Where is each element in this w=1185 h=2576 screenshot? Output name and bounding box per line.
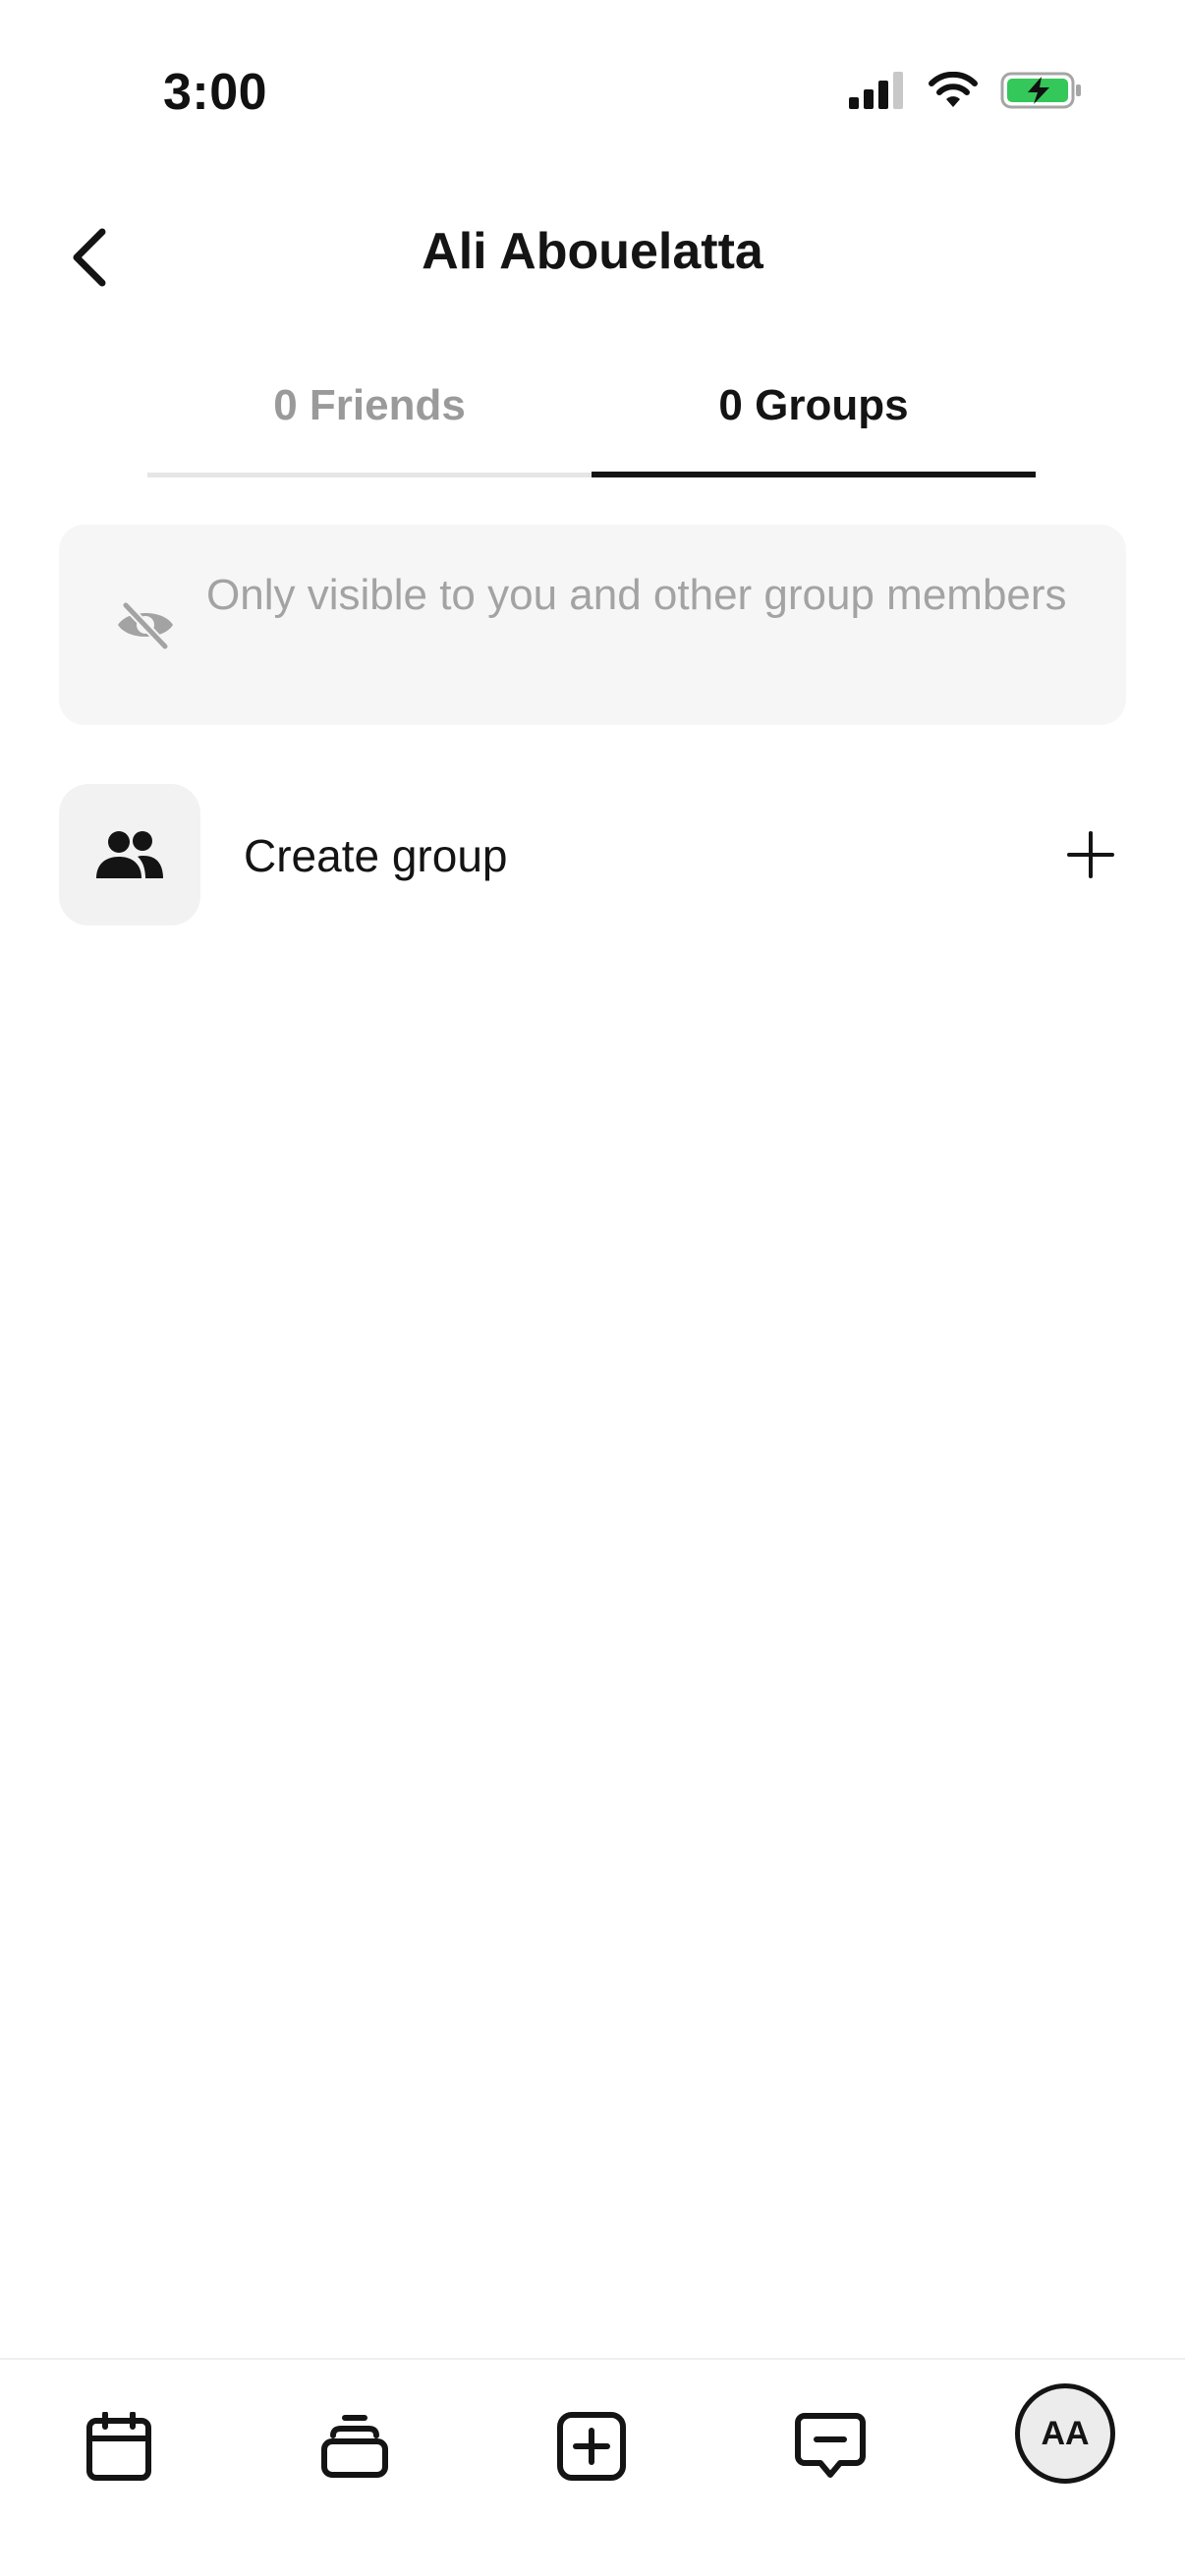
status-time: 3:00	[163, 64, 268, 121]
tab-friends[interactable]: 0 Friends	[147, 364, 592, 477]
eye-off-icon	[118, 600, 173, 651]
nav-messages[interactable]	[781, 2397, 879, 2495]
status-bar: 3:00	[0, 0, 1185, 187]
create-group-plus-button[interactable]	[1055, 819, 1126, 890]
nav-add[interactable]	[542, 2397, 641, 2495]
plus-icon	[1067, 831, 1114, 878]
stack-icon	[321, 2415, 388, 2478]
nav-calendar[interactable]	[70, 2397, 168, 2495]
signal-icon	[849, 72, 903, 109]
tab-groups[interactable]: 0 Groups	[592, 364, 1036, 477]
notice-text: Only visible to you and other group memb…	[206, 571, 1067, 619]
create-group-label: Create group	[244, 830, 508, 881]
people-icon	[96, 831, 163, 878]
calendar-icon	[86, 2412, 151, 2481]
group-avatar	[59, 784, 200, 925]
profile-avatar-button[interactable]: AA	[1015, 2383, 1115, 2484]
nav-stack[interactable]	[306, 2397, 404, 2495]
battery-charging-icon	[1000, 72, 1081, 109]
tab-bar: 0 Friends 0 Groups	[147, 364, 1036, 477]
add-square-icon	[557, 2412, 626, 2481]
visibility-notice: Only visible to you and other group memb…	[59, 525, 1126, 725]
message-icon	[795, 2413, 866, 2478]
bottom-nav: AA	[0, 2358, 1185, 2576]
status-icons	[849, 71, 1083, 110]
wifi-icon	[929, 72, 978, 107]
screen: 3:00 Ali Abouelatta 0 Friends 0 Groups O…	[0, 0, 1185, 2576]
page-title: Ali Abouelatta	[422, 223, 763, 280]
create-group-row[interactable]: Create group	[59, 784, 1126, 925]
